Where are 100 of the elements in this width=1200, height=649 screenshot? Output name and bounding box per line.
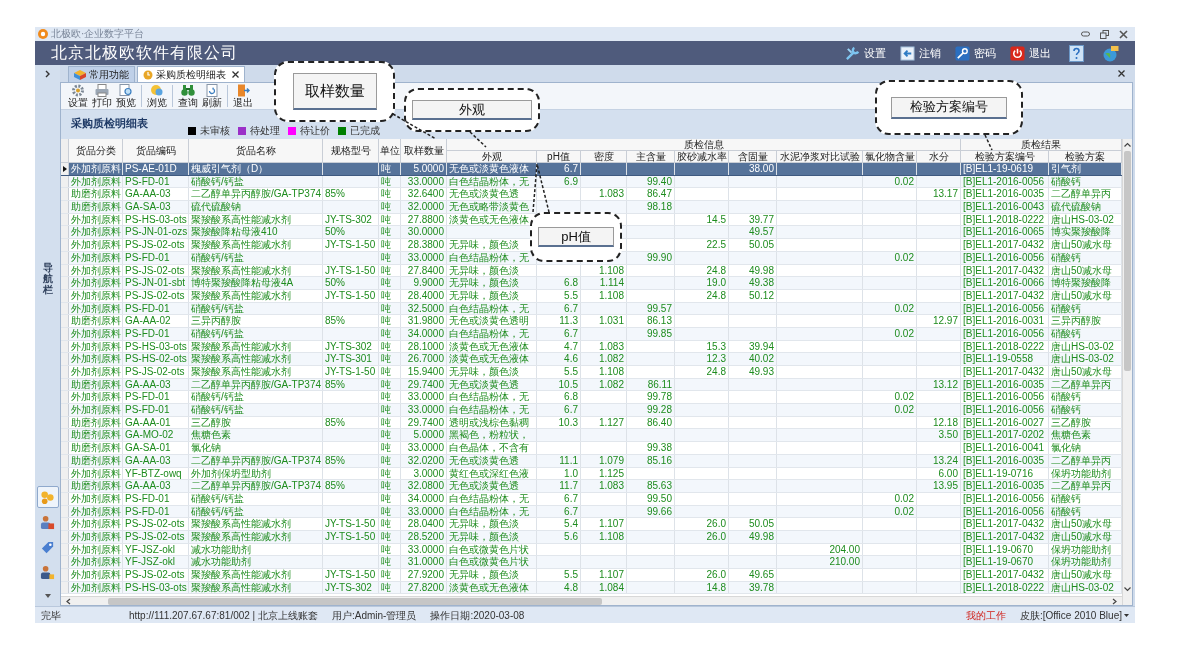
table-cell: 39.94	[729, 340, 777, 353]
globe-icon[interactable]	[1102, 44, 1119, 62]
toolbar-button[interactable]: 设置	[67, 84, 89, 108]
table-cell: 聚羧酸系高性能减水剂	[189, 340, 323, 353]
table-cell: 86.11	[627, 378, 675, 391]
minimize-icon[interactable]	[1081, 31, 1090, 37]
table-cell: 3.0000	[401, 467, 447, 480]
scroll-down-icon[interactable]	[1123, 585, 1132, 593]
table-cell: 吨	[379, 556, 401, 568]
table-cell: 吨	[379, 391, 401, 404]
table-cell: 无色或淡黄色液体	[447, 163, 537, 175]
table-cell: GA-AA-02	[123, 315, 189, 327]
table-row[interactable]: 助磨剂原料 GA-AA-03 二乙醇单异丙醇胺/GA-TP374 85% 吨 32.0800 无色或淡黄色透 11.7 1.083 85.63 13.95 [B]EL1-2016-0035 二乙醇单异丙	[61, 480, 1122, 493]
table-cell: 1.107	[581, 569, 627, 581]
tab[interactable]: 采购质检明细表	[137, 66, 245, 82]
callout-label: 检验方案编号	[891, 96, 1007, 119]
table-cell: 50%	[323, 226, 379, 239]
table-cell: 白色结晶粉体，无	[447, 302, 537, 315]
table-row[interactable]: 外加剂原料 PS-HS-02-ots 聚羧酸系高性能减水剂 JY-TS-301 吨 26.7000 淡黄色或无色液体 4.6 1.082 12.3 40.02 [B]EL1-19-0558 唐山HS-03-02	[61, 353, 1122, 366]
table-cell: [B]EL1-2016-0035	[961, 378, 1049, 391]
toolbar-button[interactable]: 刷新	[201, 84, 223, 108]
scrollbar-thumb[interactable]	[1124, 151, 1131, 371]
table-cell: 14.8	[675, 581, 729, 594]
toolbar-button[interactable]: 查询	[177, 84, 199, 108]
table-cell: [B]EL1-2017-0432	[961, 289, 1049, 302]
table-row[interactable]: 外加剂原料 PS-FD-01 硝酸钙/钙盐 吨 33.0000 白色结晶粉体，无 6.7 99.28 0.02 [B]EL1-2016-0056 硝酸钙	[61, 404, 1122, 417]
expand-icon[interactable]	[44, 70, 51, 78]
table-cell: PS-HS-03-ots	[123, 213, 189, 226]
report-title: 采购质检明细表	[71, 116, 148, 132]
table-cell: 硫代硫酸钠	[189, 201, 323, 213]
table-cell: 24.8	[675, 366, 729, 378]
callout-label: 取样数量	[292, 73, 377, 110]
table-cell: 淡黄色或无色液体	[447, 581, 537, 594]
table-cell: 27.8400	[401, 264, 447, 277]
toolbar-button[interactable]: 预览	[115, 84, 137, 108]
legend-label: 已完成	[350, 124, 380, 138]
toolbar-button[interactable]: 退出	[232, 84, 254, 108]
close-icon[interactable]	[1118, 70, 1125, 77]
scrollbar-thumb[interactable]	[107, 597, 602, 605]
table-row[interactable]: 助磨剂原料 GA-AA-02 三异丙醇胺 85% 吨 31.9800 无色或淡黄色透明 11.3 1.031 86.13 12.97 [B]EL1-2016-0031 三异丙醇胺	[61, 315, 1122, 328]
close-icon[interactable]	[1119, 29, 1128, 39]
table-cell: 6.00	[917, 467, 961, 480]
tab[interactable]: 常用功能	[68, 66, 135, 82]
table-cell: 外加剂原料	[69, 569, 123, 581]
menu-button[interactable]: 设置	[845, 44, 886, 62]
table-cell: [B]EL1-2017-0432	[961, 569, 1049, 581]
menu-button[interactable]: 注销	[900, 44, 941, 62]
table-row[interactable]: 外加剂原料 PS-JS-02-ots 聚羧酸系高性能减水剂 JY-TS-1-50 吨 15.9400 无异味，颜色淡 5.5 1.108 24.8 49.93 [B]EL1-2017-0432 唐山50减水母	[61, 366, 1122, 379]
table-cell: 99.78	[627, 391, 675, 404]
caret-icon[interactable]	[44, 594, 51, 598]
table-cell: 助磨剂原料	[69, 201, 123, 213]
table-cell: 外加剂原料	[69, 239, 123, 251]
table-row[interactable]: 外加剂原料 PS-FD-01 硝酸钙/钙盐 吨 33.0000 白色结晶粉体，无 6.8 99.78 0.02 [B]EL1-2016-0056 硝酸钙	[61, 391, 1122, 405]
scroll-left-icon[interactable]	[65, 597, 73, 605]
table-cell: 硝酸钙/钙盐	[189, 492, 323, 505]
table-cell: 吨	[379, 442, 401, 454]
table-cell: 硝酸钙/钙盐	[189, 251, 323, 264]
nav-button[interactable]	[36, 486, 59, 508]
help-icon[interactable]	[1069, 44, 1084, 62]
table-cell: 4.8	[537, 581, 581, 594]
status-text: 操作日期:2020-03-08	[430, 608, 525, 623]
table-cell: [B]EL1-2017-0432	[961, 530, 1049, 543]
table-cell: 32.0000	[401, 201, 447, 213]
row-indicator[interactable]	[61, 175, 69, 188]
table-cell: 白色结晶粉体，无	[447, 404, 537, 416]
table-cell: 13.24	[917, 454, 961, 467]
table-row[interactable]: 外加剂原料 PS-JN-01-sbt 博特聚羧酸降粘母液4A 50% 吨 9.9000 无异味，颜色淡 6.8 1.114 19.0 49.38 [B]EL1-2016-0066 博特聚羧酸降	[61, 277, 1122, 290]
menu-button[interactable]: 退出	[1010, 44, 1051, 62]
table-cell: 99.90	[627, 251, 675, 264]
scroll-right-icon[interactable]	[1110, 597, 1118, 605]
table-cell: 0.02	[863, 492, 917, 505]
toolbar-button[interactable]: 浏览	[146, 84, 168, 108]
table-cell: 无色或略带淡黄色	[447, 201, 537, 213]
scroll-up-icon[interactable]	[1123, 141, 1132, 149]
table-cell: 50.12	[729, 289, 777, 302]
table-row[interactable]: 助磨剂原料 GA-SA-03 硫代硫酸钠 吨 32.0000 无色或略带淡黄色 98.18 [B]EL1-2016-0043 硫代硫酸钠	[61, 201, 1122, 214]
table-cell: 聚羧酸系高性能减水剂	[189, 353, 323, 365]
table-cell: 1.079	[581, 454, 627, 467]
table-cell: 99.40	[627, 175, 675, 188]
table-row[interactable]: 助磨剂原料 GA-MO-02 焦糖色素 吨 5.0000 黑褐色，粉粒状， 3.50 [B]EL1-2017-0202 焦糖色素	[61, 429, 1122, 443]
table-row[interactable]: 助磨剂原料 GA-SA-01 氯化钠 吨 33.0000 白色晶体，不含有 99.38 [B]EL1-2016-0041 氯化钠	[61, 442, 1122, 455]
table-cell: 无异味，颜色淡	[447, 518, 537, 530]
table-cell: 26.0	[675, 530, 729, 543]
toolbar-button[interactable]: 打印	[91, 84, 113, 108]
table-cell: 无色或淡黄色透	[447, 454, 537, 467]
restore-icon[interactable]	[1100, 29, 1109, 39]
table-cell: 无异味，颜色淡	[447, 569, 537, 581]
table-cell: 吨	[379, 480, 401, 492]
table-cell: 33.0000	[401, 175, 447, 188]
menu-button[interactable]: 密码	[955, 44, 996, 62]
table-row[interactable]: 外加剂原料 YF-JSZ-okl 减水功能助剂 吨 31.0000 白色或微黄色片状 210.00 [B]EL1-19-0670 保坍功能助剂	[61, 556, 1122, 569]
table-row[interactable]: 外加剂原料 PS-AE-01D 槐威引气剂（D） 吨 5.0000 无色或淡黄色液体 6.7 38.00 [B]EL1-19-0619 引气剂	[61, 163, 1122, 176]
status-link[interactable]: 我的工作	[965, 607, 1006, 623]
skin-menu[interactable]: 皮肤:[Office 2010 Blue]	[1019, 607, 1129, 623]
table-row[interactable]: 外加剂原料 PS-JS-02-ots 聚羧酸系高性能减水剂 JY-TS-1-50 吨 28.0400 无异味，颜色淡 5.4 1.107 26.0 50.05 [B]EL1-2017-0432 唐山50减水母	[61, 518, 1122, 531]
table-cell: 外加剂原料	[69, 163, 123, 175]
row-indicator[interactable]	[61, 163, 69, 175]
table-row[interactable]: 助磨剂原料 GA-AA-03 二乙醇单异丙醇胺/GA-TP374 85% 吨 32.6400 无色或淡黄色透 1.083 86.47 13.17 [B]EL1-2016-0035 二乙醇单异丙	[61, 188, 1122, 202]
table-row[interactable]: 外加剂原料 PS-JS-02-ots 聚羧酸系高性能减水剂 JY-TS-1-50 吨 27.9200 无异味，颜色淡 5.5 1.107 26.0 49.65 [B]EL1-2017-0432 唐山50减水母	[61, 569, 1122, 582]
close-icon[interactable]	[232, 71, 239, 78]
